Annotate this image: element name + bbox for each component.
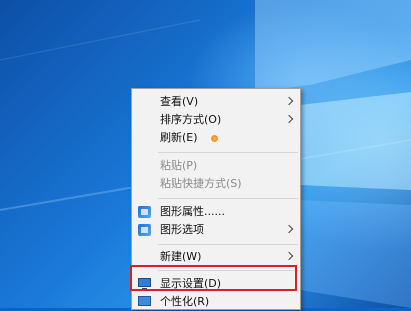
graphics-icon [138,206,151,218]
chevron-right-icon [284,251,294,261]
menu-separator [158,244,298,245]
menu-item-label: 粘贴(P) [160,159,198,172]
chevron-right-icon [284,224,294,234]
menu-item-label: 排序方式(O) [160,113,222,126]
chevron-right-icon [284,114,294,124]
menu-item-sort-by[interactable]: 排序方式(O) [132,111,300,129]
menu-item-label: 新建(W) [160,250,202,263]
highlight-box [130,265,297,291]
menu-item-label: 粘贴快捷方式(S) [160,177,242,190]
menu-item-personalize[interactable]: 个性化(R) [132,293,300,311]
menu-item-new[interactable]: 新建(W) [132,248,300,266]
menu-separator [158,152,298,153]
menu-item-label: 图形属性...... [160,205,225,218]
menu-item-graphics-properties[interactable]: 图形属性...... [132,203,300,221]
menu-separator [158,198,298,199]
menu-item-label: 刷新(E) [160,131,198,144]
menu-item-label: 图形选项 [160,223,204,236]
graphics-icon [138,224,151,236]
menu-item-label: 个性化(R) [160,295,210,308]
menu-item-label: 查看(V) [160,95,199,108]
personalize-icon [138,296,151,306]
menu-item-view[interactable]: 查看(V) [132,93,300,111]
menu-item-graphics-options[interactable]: 图形选项 [132,221,300,239]
chevron-right-icon [284,96,294,106]
menu-item-paste: 粘贴(P) [132,157,300,175]
mouse-cursor [211,135,218,142]
menu-item-paste-shortcut: 粘贴快捷方式(S) [132,175,300,193]
